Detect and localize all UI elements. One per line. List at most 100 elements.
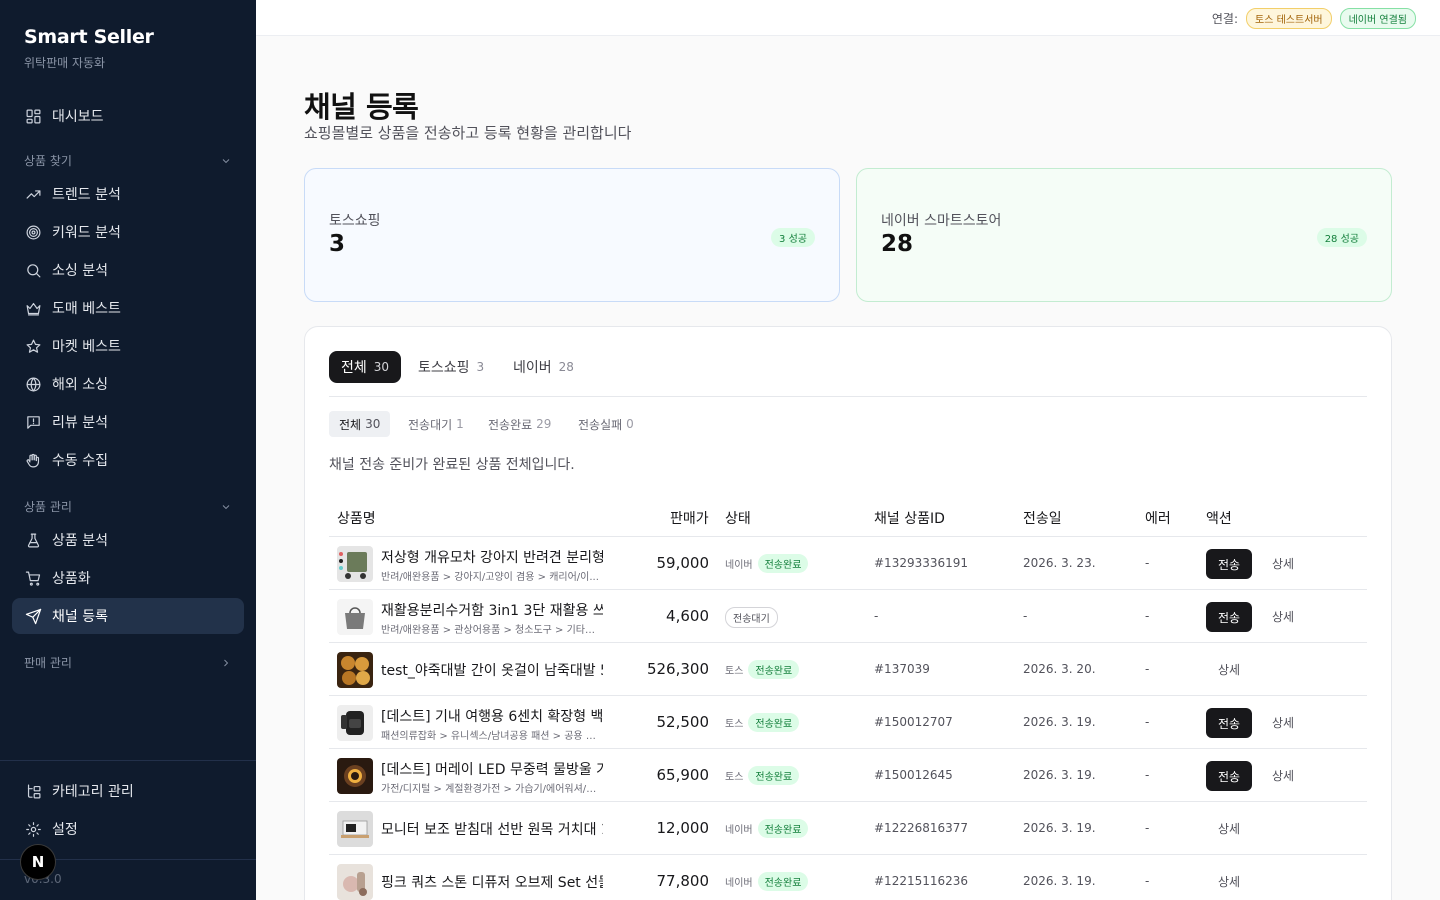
sidebar-item-channel-register[interactable]: 채널 등록 <box>12 598 244 634</box>
table-row[interactable]: [데스트] 기내 여행용 6센치 확장형 백팩 패션의류잡화 > 유니섹스/남녀… <box>329 696 1367 749</box>
detail-button[interactable]: 상세 <box>1272 608 1294 625</box>
detail-button[interactable]: 상세 <box>1218 873 1240 890</box>
detail-button[interactable]: 상세 <box>1272 555 1294 572</box>
sidebar-item-trend[interactable]: 트렌드 분석 <box>12 176 244 212</box>
sent-date: - <box>1023 609 1028 623</box>
product-price: 77,800 <box>656 872 710 890</box>
product-name[interactable]: test_야죽대발 간이 옷걸이 남죽대발 5단 <box>381 660 603 680</box>
channel-tabs: 전체 30 토스쇼핑 3 네이버 28 <box>329 351 1367 397</box>
send-button[interactable]: 전송 <box>1206 761 1252 791</box>
tab-label: 전체 <box>341 360 367 376</box>
column-header-channel-id[interactable]: 채널 상품ID <box>874 508 945 528</box>
sidebar-item-category[interactable]: 카테고리 관리 <box>12 773 244 809</box>
sidebar-item-label: 해외 소싱 <box>52 377 108 393</box>
detail-button[interactable]: 상세 <box>1272 714 1294 731</box>
page-title: 채널 등록 <box>304 90 419 124</box>
status-badge: 전송완료 <box>757 819 809 838</box>
product-thumbnail <box>337 811 373 847</box>
sidebar-item-market-best[interactable]: 마켓 베스트 <box>12 328 244 364</box>
product-name[interactable]: [데스트] 기내 여행용 6센치 확장형 백팩 <box>381 706 603 726</box>
status-cell: 네이버 전송완료 <box>725 819 809 838</box>
column-header-price[interactable]: 판매가 <box>670 508 709 528</box>
folder-tree-icon <box>24 782 42 800</box>
sidebar-item-label: 상품화 <box>52 571 91 587</box>
section-label: 상품 찾기 <box>24 154 72 168</box>
table-row[interactable]: 저상형 개유모차 강아지 반려견 분리형 반려/애완용품 > 강아지/고양이 겸… <box>329 537 1367 590</box>
sidebar-item-wholesale-best[interactable]: 도매 베스트 <box>12 290 244 326</box>
tab-naver[interactable]: 네이버 28 <box>501 351 586 383</box>
channel-label: 토스 <box>725 666 744 677</box>
table-row[interactable]: 재활용분리수거함 3in1 3단 재활용 쓰레기통 반려/애완용품 > 관상어용… <box>329 590 1367 643</box>
trending-up-icon <box>24 185 42 203</box>
subtab-label: 전송실패 <box>578 417 623 432</box>
tab-count: 30 <box>373 360 390 374</box>
section-sales-manage[interactable]: 판매 관리 <box>24 654 232 671</box>
channel-label: 토스 <box>725 772 744 783</box>
subtab-count: 29 <box>536 417 552 431</box>
sidebar-item-keyword[interactable]: 키워드 분석 <box>12 214 244 250</box>
brand-subtitle: 위탁판매 자동화 <box>24 56 106 70</box>
product-thumbnail <box>337 546 373 582</box>
sent-date: 2026. 3. 23. <box>1023 556 1096 570</box>
subtab-count: 1 <box>456 417 464 431</box>
sidebar-item-review[interactable]: 리뷰 분석 <box>12 404 244 440</box>
hand-icon <box>24 451 42 469</box>
section-product-find[interactable]: 상품 찾기 <box>24 152 232 169</box>
table-row[interactable]: 모니터 보조 받침대 선반 원목 거치대 1단 12,000 네이버 전송완료 … <box>329 802 1367 855</box>
sidebar-item-dashboard[interactable]: 대시보드 <box>12 98 244 134</box>
send-button[interactable]: 전송 <box>1206 549 1252 579</box>
column-header-error[interactable]: 에러 <box>1145 508 1171 528</box>
table-row[interactable]: test_야죽대발 간이 옷걸이 남죽대발 5단 526,300 토스 전송완료… <box>329 643 1367 696</box>
status-cell: 네이버 전송완료 <box>725 872 809 891</box>
column-header-action[interactable]: 액션 <box>1206 508 1232 528</box>
section-label: 상품 관리 <box>24 500 72 514</box>
channel-product-id: #12215116236 <box>874 874 969 888</box>
detail-button[interactable]: 상세 <box>1218 661 1240 678</box>
channel-product-id: #13293336191 <box>874 556 969 570</box>
sidebar-item-settings[interactable]: 설정 <box>12 811 244 847</box>
status-badge: 전송완료 <box>757 554 809 573</box>
product-name[interactable]: 핑크 쿼츠 스톤 디퓨저 오브제 Set 선물 <box>381 872 603 892</box>
detail-button[interactable]: 상세 <box>1272 767 1294 784</box>
brand-title[interactable]: Smart Seller <box>24 26 154 48</box>
brand: Smart Seller 위탁판매 자동화 <box>24 26 154 71</box>
channel-product-id: #137039 <box>874 662 930 676</box>
send-button[interactable]: 전송 <box>1206 602 1252 632</box>
table-header: 상품명 판매가 상태 채널 상품ID 전송일 에러 액션 <box>329 499 1367 537</box>
toss-connection-badge: 토스 테스트서버 <box>1246 8 1332 29</box>
detail-button[interactable]: 상세 <box>1218 820 1240 837</box>
column-header-status[interactable]: 상태 <box>725 508 751 528</box>
product-name[interactable]: 재활용분리수거함 3in1 3단 재활용 쓰레기통 <box>381 600 603 620</box>
subtab-failed[interactable]: 전송실패 0 <box>568 411 644 437</box>
sidebar-item-manual-collect[interactable]: 수동 수집 <box>12 442 244 478</box>
subtab-completed[interactable]: 전송완료 29 <box>478 411 561 437</box>
product-thumbnail <box>337 652 373 688</box>
tab-all[interactable]: 전체 30 <box>329 351 402 383</box>
status-cell: 네이버 전송완료 <box>725 554 809 573</box>
target-icon <box>24 223 42 241</box>
subtab-pending[interactable]: 전송대기 1 <box>398 411 474 437</box>
product-thumbnail <box>337 758 373 794</box>
product-name[interactable]: 저상형 개유모차 강아지 반려견 분리형 <box>381 547 603 567</box>
tab-toss[interactable]: 토스쇼핑 3 <box>406 351 496 383</box>
table-row[interactable]: [데스트] 머레이 LED 무중력 물방울 가습기 가전/디지털 > 계절환경가… <box>329 749 1367 802</box>
sent-date: 2026. 3. 20. <box>1023 662 1096 676</box>
column-header-date[interactable]: 전송일 <box>1023 508 1062 528</box>
sidebar-item-label: 소싱 분석 <box>52 263 108 279</box>
dev-tools-button[interactable]: N <box>20 844 56 880</box>
sidebar-item-overseas[interactable]: 해외 소싱 <box>12 366 244 402</box>
sidebar-item-productize[interactable]: 상품화 <box>12 560 244 596</box>
table-row[interactable]: 핑크 쿼츠 스톤 디퓨저 오브제 Set 선물 77,800 네이버 전송완료 … <box>329 855 1367 900</box>
sidebar-item-product-analysis[interactable]: 상품 분석 <box>12 522 244 558</box>
sent-date: 2026. 3. 19. <box>1023 874 1096 888</box>
connection-label: 연결: <box>1211 12 1239 26</box>
product-name[interactable]: [데스트] 머레이 LED 무중력 물방울 가습기 <box>381 759 603 779</box>
send-button[interactable]: 전송 <box>1206 708 1252 738</box>
column-header-name[interactable]: 상품명 <box>337 508 376 528</box>
section-product-manage[interactable]: 상품 관리 <box>24 498 232 515</box>
sidebar-item-sourcing[interactable]: 소싱 분석 <box>12 252 244 288</box>
channel-label: 토스 <box>725 719 744 730</box>
sidebar-item-label: 키워드 분석 <box>52 225 121 241</box>
subtab-all[interactable]: 전체 30 <box>329 411 391 437</box>
product-name[interactable]: 모니터 보조 받침대 선반 원목 거치대 1단 <box>381 819 603 839</box>
